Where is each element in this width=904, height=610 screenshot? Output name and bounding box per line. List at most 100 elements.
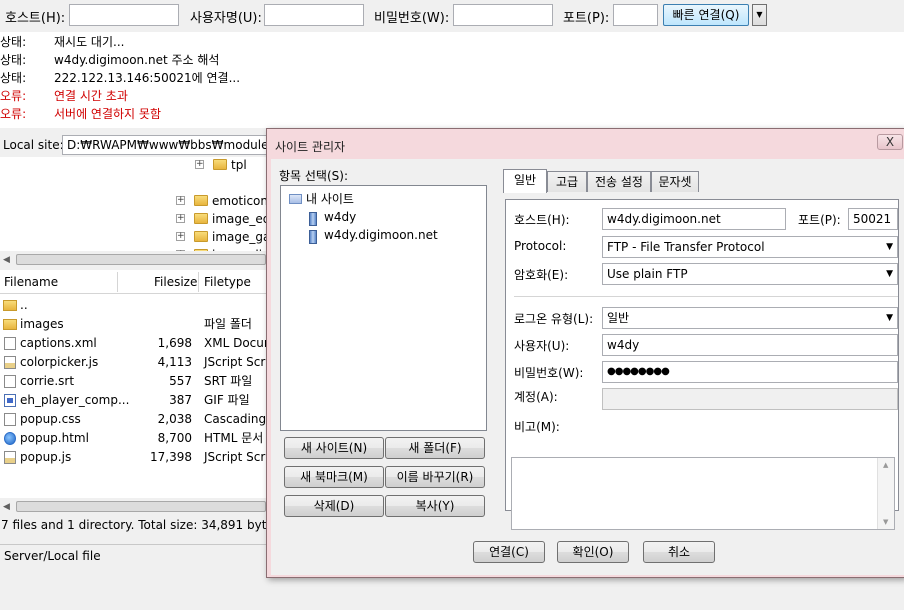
file-name: images (20, 317, 64, 331)
password-label: 비밀번호(W): (374, 11, 450, 26)
local-directory-tree: +tpl+emoticon+image_edi+image_gal+image_… (0, 157, 270, 253)
site-password-input[interactable]: ●●●●●●●● (602, 361, 898, 383)
password-input[interactable] (453, 4, 553, 26)
host-label: 호스트(H): (5, 11, 66, 26)
encryption-select[interactable]: Use plain FTP ▼ (602, 263, 898, 285)
log-line-type: 상태: (0, 71, 27, 85)
table-row[interactable]: captions.xml 1,698 XML Docum (0, 334, 276, 353)
rename-button[interactable]: 이름 바꾸기(R) (385, 466, 485, 488)
table-row[interactable]: images 파일 폴더 (0, 315, 270, 334)
log-line-text: 서버에 연결하지 못함 (54, 107, 161, 121)
table-row[interactable]: eh_player_comp... 387 GIF 파일 (0, 391, 270, 410)
expand-icon[interactable]: + (176, 232, 185, 241)
logon-type-select[interactable]: 일반 ▼ (602, 307, 898, 329)
port-label: 포트(P): (563, 11, 610, 26)
tree-node-label: image_edi (212, 212, 270, 226)
log-line-type: 상태: (0, 35, 27, 49)
username-input[interactable] (264, 4, 364, 26)
table-row[interactable]: popup.html 8,700 HTML 문서 (0, 429, 270, 448)
protocol-select[interactable]: FTP - File Transfer Protocol ▼ (602, 236, 898, 258)
new-bookmark-button[interactable]: 새 북마크(M) (284, 466, 384, 488)
new-site-button[interactable]: 새 사이트(N) (284, 437, 384, 459)
local-site-label: Local site: (3, 138, 64, 152)
column-filesize[interactable]: Filesize (154, 275, 197, 289)
file-list-header: Filename Filesize Filetype (0, 270, 270, 294)
server-icon (309, 230, 317, 244)
tree-node-label: tpl (231, 158, 247, 172)
username-label: 사용자명(U): (190, 11, 262, 26)
queue-tab-server-local-file[interactable]: Server/Local file (0, 544, 270, 566)
account-label: 계정(A): (514, 390, 558, 404)
file-name: .. (20, 298, 28, 312)
file-name: corrie.srt (20, 374, 75, 388)
local-file-list: Filename Filesize Filetype .. images 파일 폴더… (0, 270, 278, 498)
file-size: 8,700 (157, 431, 192, 445)
new-folder-button[interactable]: 새 폴더(F) (385, 437, 485, 459)
encryption-value: Use plain FTP (607, 267, 688, 281)
local-path-input[interactable]: D:₩RWAPM₩www₩bbs₩modules₩ (62, 135, 282, 155)
dialog-body: 항목 선택(S): 내 사이트 w4dy w4dy.digimoon.net 새… (271, 159, 904, 575)
file-type: HTML 문서 (204, 431, 264, 445)
site-tree-root[interactable]: 내 사이트 (306, 190, 354, 208)
file-list-horizontal-scrollbar[interactable]: ◀ (0, 498, 270, 515)
xml-file-icon (4, 337, 16, 350)
file-type: XML Docum (204, 336, 276, 350)
protocol-label: Protocol: (514, 239, 567, 253)
site-item-w4dy[interactable]: w4dy (324, 208, 357, 226)
js-file-icon (4, 451, 16, 464)
table-row[interactable]: popup.css 2,038 Cascading S (0, 410, 278, 429)
dialog-title: 사이트 관리자 (275, 140, 346, 154)
tab-charset[interactable]: 문자셋 (651, 171, 699, 192)
column-filename[interactable]: Filename (4, 275, 58, 289)
folder-icon (3, 319, 17, 330)
table-row[interactable]: .. (0, 296, 270, 315)
file-size: 2,038 (157, 412, 192, 426)
notes-scrollbar[interactable]: ▲ ▼ (877, 458, 894, 529)
tree-horizontal-scrollbar[interactable]: ◀ (0, 251, 270, 268)
logon-type-label: 로그온 유형(L): (514, 312, 594, 326)
site-item-w4dy-digimoon[interactable]: w4dy.digimoon.net (324, 226, 438, 244)
scroll-left-icon[interactable]: ◀ (3, 255, 10, 265)
site-manager-dialog: 사이트 관리자 X 항목 선택(S): 내 사이트 w4dy w4dy.digi… (266, 128, 904, 578)
site-user-input[interactable]: w4dy (602, 334, 898, 356)
notes-textarea[interactable]: ▲ ▼ (511, 457, 895, 530)
logon-type-value: 일반 (607, 311, 630, 325)
expand-icon[interactable]: + (176, 196, 185, 205)
html-file-icon (4, 432, 16, 445)
file-type: 파일 폴더 (204, 317, 252, 331)
table-row[interactable]: popup.js 17,398 JScript Scrip (0, 448, 276, 467)
log-line-text: 연결 시간 초과 (54, 89, 128, 103)
scroll-left-icon[interactable]: ◀ (3, 502, 10, 512)
tab-general[interactable]: 일반 (503, 169, 547, 193)
table-row[interactable]: corrie.srt 557 SRT 파일 (0, 372, 270, 391)
quickconnect-dropdown-button[interactable]: ▼ (752, 4, 767, 26)
log-line-type: 오류: (0, 89, 27, 103)
ok-button[interactable]: 확인(O) (557, 541, 629, 563)
site-host-input[interactable]: w4dy.digimoon.net (602, 208, 786, 230)
quickconnect-button[interactable]: 빠른 연결(Q) (663, 4, 749, 26)
cancel-button[interactable]: 취소 (643, 541, 715, 563)
delete-button[interactable]: 삭제(D) (284, 495, 384, 517)
scroll-thumb[interactable] (16, 254, 266, 265)
folder-icon (289, 194, 302, 204)
divider (514, 296, 898, 297)
expand-icon[interactable]: + (176, 214, 185, 223)
copy-button[interactable]: 복사(Y) (385, 495, 485, 517)
table-row[interactable]: colorpicker.js 4,113 JScript Scrip (0, 353, 276, 372)
expand-icon[interactable]: + (195, 160, 204, 169)
port-input[interactable] (613, 4, 658, 26)
site-port-input[interactable]: 50021 (848, 208, 898, 230)
scroll-thumb[interactable] (16, 501, 266, 512)
tab-transfer-settings[interactable]: 전송 설정 (587, 171, 651, 192)
folder-icon (3, 300, 17, 311)
js-file-icon (4, 356, 16, 369)
tab-advanced[interactable]: 고급 (547, 171, 587, 192)
column-filetype[interactable]: Filetype (204, 275, 251, 289)
host-input[interactable] (69, 4, 179, 26)
site-tree: 내 사이트 w4dy w4dy.digimoon.net (280, 185, 487, 431)
file-size: 557 (169, 374, 192, 388)
file-name: popup.css (20, 412, 81, 426)
close-icon: X (885, 135, 895, 149)
connect-button[interactable]: 연결(C) (473, 541, 545, 563)
close-button[interactable]: X (877, 134, 903, 150)
